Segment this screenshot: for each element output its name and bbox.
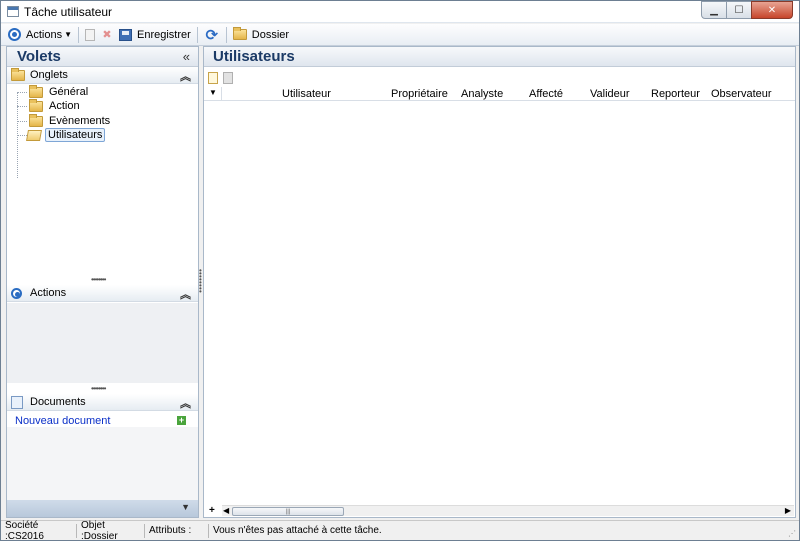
folder-icon <box>29 113 43 127</box>
collapse-panel-button[interactable]: « <box>183 49 190 64</box>
onglets-section-header[interactable]: Onglets ︽ <box>7 67 198 84</box>
delete-row-icon[interactable] <box>223 72 233 84</box>
grid-header: ▼ Utilisateur Propriétaire Analyste Affe… <box>204 87 795 101</box>
status-attributes: Attributs : <box>145 523 209 538</box>
scroll-left-icon[interactable]: ◀ <box>223 506 229 515</box>
splitter-grip[interactable]: •••••••• <box>91 384 106 393</box>
actions-section-body <box>7 303 198 383</box>
toolbar-separator <box>78 26 79 43</box>
side-panel-footer[interactable]: ▼ <box>7 500 198 517</box>
main-panel-header: Utilisateurs <box>204 47 795 67</box>
status-object: Objet :Dossier <box>77 520 145 541</box>
column-header-observateur[interactable]: Observateur <box>711 88 772 100</box>
new-row-icon[interactable] <box>208 72 218 84</box>
tab-utilisateurs[interactable]: Utilisateurs <box>17 128 106 142</box>
actions-section-header[interactable]: Actions ︽ <box>7 285 198 302</box>
row-indicator-icon: ▼ <box>209 88 217 97</box>
delete-button[interactable]: ✖ <box>98 25 116 45</box>
refresh-icon: ⟳ <box>205 26 219 44</box>
tree-item-label: Général <box>49 86 89 98</box>
tree-item-label: Utilisateurs <box>45 128 106 142</box>
documents-section-header[interactable]: Documents ︽ <box>7 394 198 411</box>
tab-action[interactable]: Action <box>17 98 82 113</box>
side-panel: Volets « Onglets ︽ Général Action Evènem… <box>6 46 199 518</box>
folder-button[interactable]: Dossier <box>230 25 292 45</box>
folder-icon <box>29 84 43 98</box>
save-label: Enregistrer <box>137 28 191 41</box>
close-button[interactable]: ✕ <box>751 1 793 19</box>
side-panel-title: Volets <box>17 48 61 65</box>
folder-icon <box>232 27 247 40</box>
folder-open-icon <box>26 129 42 141</box>
grid-body[interactable] <box>204 102 795 504</box>
title-bar: Tâche utilisateur ▁ ☐ ✕ <box>1 1 799 23</box>
window-title: Tâche utilisateur <box>24 5 113 19</box>
tree-item-label: Action <box>49 100 80 112</box>
column-header-affecte[interactable]: Affecté <box>529 88 563 100</box>
resize-grip-icon[interactable]: ⋰ <box>788 529 796 538</box>
side-panel-header: Volets « <box>7 47 198 67</box>
documents-label: Documents <box>30 396 86 408</box>
tree-item-label: Evènements <box>49 115 111 127</box>
column-header-reporteur[interactable]: Reporteur <box>651 88 700 100</box>
window-controls: ▁ ☐ ✕ <box>701 1 793 19</box>
documents-section-body <box>7 427 198 501</box>
save-icon <box>119 28 132 41</box>
app-window: Tâche utilisateur ▁ ☐ ✕ Actions ▼ ✖ Enre… <box>0 0 800 541</box>
refresh-button[interactable]: ⟳ <box>201 25 223 45</box>
new-document-button[interactable] <box>82 25 98 45</box>
scroll-right-icon[interactable]: ▶ <box>785 506 791 515</box>
tab-evenements[interactable]: Evènements <box>17 113 112 128</box>
toolbar-separator <box>225 26 227 43</box>
column-header-utilisateur[interactable]: Utilisateur <box>282 88 331 100</box>
status-message: Vous n'êtes pas attaché à cette tâche. <box>213 525 382 536</box>
actions-section-label: Actions <box>30 287 67 299</box>
status-bar: Société :CS2016 Objet :Dossier Attributs… <box>1 520 799 541</box>
splitter-grip[interactable]: •••••••• <box>91 275 106 284</box>
delete-icon: ✖ <box>102 29 112 41</box>
folder-label: Dossier <box>251 28 290 41</box>
actions-label: Actions <box>26 28 63 41</box>
scrollbar-thumb[interactable]: ||| <box>232 507 344 516</box>
chevron-down-icon[interactable]: ▼ <box>181 502 190 512</box>
actions-icon <box>11 287 22 299</box>
collapse-section-icon[interactable]: ︽ <box>180 68 191 84</box>
minimize-button[interactable]: ▁ <box>701 1 727 19</box>
chevron-down-icon: ▼ <box>64 30 72 39</box>
horizontal-scrollbar[interactable]: ◀ ||| ▶ <box>222 505 794 516</box>
document-icon <box>85 28 95 41</box>
add-row-button[interactable]: + <box>209 505 215 516</box>
column-header-proprietaire[interactable]: Propriétaire <box>391 88 448 100</box>
column-header-analyste[interactable]: Analyste <box>461 88 503 100</box>
grid-toolbar <box>208 71 233 85</box>
window-icon <box>7 6 19 17</box>
actions-menu-button[interactable]: Actions ▼ <box>5 25 75 45</box>
actions-icon <box>8 28 21 41</box>
page-title: Utilisateurs <box>213 48 295 65</box>
onglets-label: Onglets <box>30 69 68 81</box>
maximize-button[interactable]: ☐ <box>726 1 752 19</box>
save-button[interactable]: Enregistrer <box>116 25 194 45</box>
toolbar-separator <box>196 26 198 43</box>
tab-general[interactable]: Général <box>17 84 90 99</box>
folder-icon <box>29 98 43 112</box>
folder-icon <box>11 67 25 81</box>
document-icon <box>11 395 23 409</box>
main-toolbar: Actions ▼ ✖ Enregistrer ⟳ Dossier <box>1 24 799 46</box>
new-document-link[interactable]: Nouveau document <box>15 415 110 427</box>
column-header-valideur[interactable]: Valideur <box>590 88 630 100</box>
main-panel: Utilisateurs ▼ Utilisateur Propriétaire … <box>203 46 796 518</box>
status-company: Société :CS2016 <box>1 520 77 541</box>
collapse-section-icon[interactable]: ︽ <box>180 395 191 411</box>
collapse-section-icon[interactable]: ︽ <box>180 286 191 302</box>
add-icon[interactable]: + <box>177 416 186 425</box>
vertical-splitter[interactable]: • • • • • • • • <box>199 267 202 296</box>
